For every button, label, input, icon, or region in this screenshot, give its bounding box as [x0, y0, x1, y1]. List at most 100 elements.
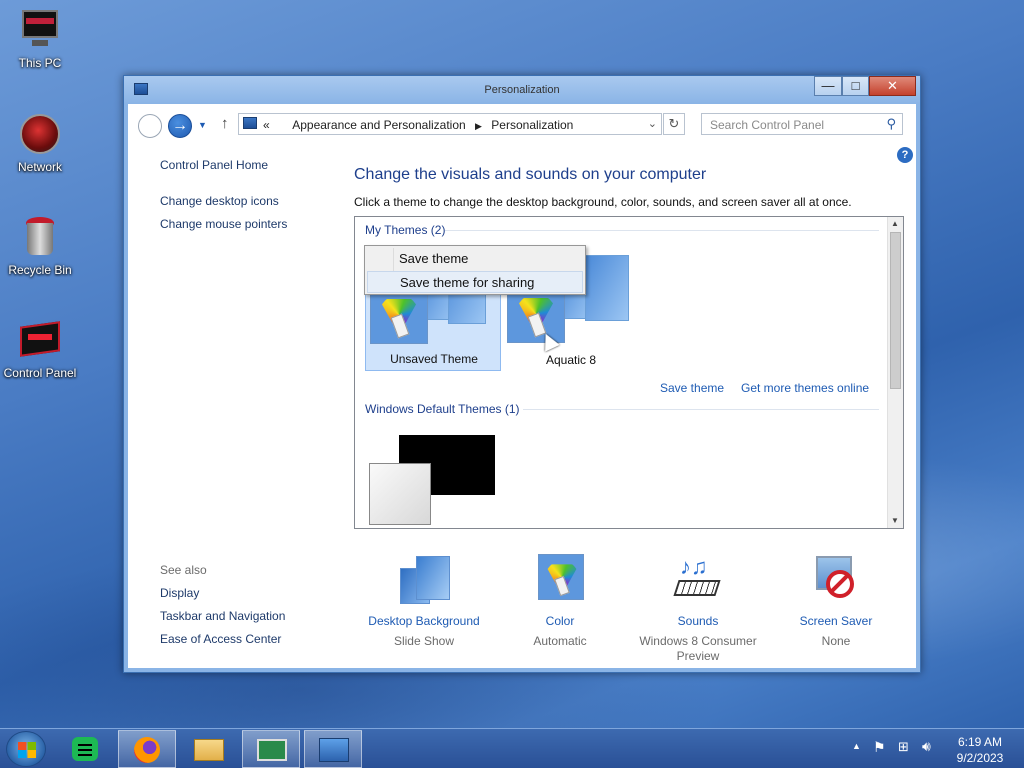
taskbar-firefox[interactable]: [118, 730, 176, 768]
theme-name: Aquatic 8: [545, 353, 597, 367]
show-hidden-icons-arrow-icon[interactable]: ▲: [852, 741, 861, 751]
desktop-icon-recycle-bin[interactable]: Recycle Bin: [0, 215, 80, 277]
up-arrow-icon[interactable]: ↑: [221, 115, 229, 132]
page-title: Change the visuals and sounds on your co…: [354, 166, 707, 183]
theme-list-scrollbar[interactable]: ▲ ▼: [887, 217, 903, 528]
menu-item-save-theme-for-sharing[interactable]: Save theme for sharing: [367, 271, 583, 293]
windows-default-themes-header[interactable]: Windows Default Themes (1): [365, 402, 520, 416]
folder-icon: [194, 739, 224, 761]
help-icon[interactable]: ?: [897, 147, 913, 163]
desktop-background-setting[interactable]: Desktop Background Slide Show: [354, 554, 494, 649]
breadcrumb-personalization[interactable]: Personalization: [491, 118, 573, 132]
desktop-background-link[interactable]: Desktop Background: [354, 614, 494, 628]
save-theme-link[interactable]: Save theme: [660, 381, 724, 395]
context-menu: Save theme Save theme for sharing: [364, 245, 586, 295]
display-link[interactable]: Display: [160, 586, 199, 600]
taskbar: ▲ ⚑ ⊞ 🔊︎ 6:19 AM 9/2/2023: [0, 728, 1024, 768]
windows-logo-lower: [18, 750, 36, 758]
close-button[interactable]: ✕: [869, 76, 916, 96]
sounds-icon: ♪♫: [672, 554, 724, 606]
refresh-button[interactable]: ↻: [663, 113, 685, 135]
screen-saver-icon: [810, 554, 862, 606]
address-dropdown-icon[interactable]: ⌄: [648, 117, 657, 130]
volume-icon[interactable]: 🔊︎: [922, 738, 931, 755]
scrollbar-thumb[interactable]: [890, 232, 901, 389]
recycle-bin-icon: [18, 215, 62, 259]
scroll-down-icon[interactable]: ▼: [891, 516, 899, 525]
back-button[interactable]: [138, 114, 162, 138]
personalization-window: Personalization — □ ✕ → ▼ ↑ « Appearance…: [123, 75, 921, 673]
color-link[interactable]: Color: [490, 614, 630, 628]
notes-lines: [78, 744, 92, 746]
search-icon[interactable]: ⚲: [886, 116, 896, 132]
see-also-label: See also: [160, 563, 207, 577]
navigation-bar: → ▼ ↑ « Appearance and Personalization ▶…: [128, 104, 916, 144]
action-center-flag-icon[interactable]: ⚑: [873, 739, 886, 756]
breadcrumb-appearance-and-personalization[interactable]: Appearance and Personalization: [292, 118, 465, 132]
breadcrumb-separator-icon[interactable]: ▶: [475, 121, 482, 131]
control-panel-small-icon: [243, 117, 257, 129]
taskbar-app-window[interactable]: [242, 730, 300, 768]
desktop-icon-label: Network: [17, 160, 62, 174]
search-placeholder: Search Control Panel: [710, 118, 825, 132]
desktop-icon-this-pc[interactable]: This PC: [0, 8, 80, 70]
taskbar-and-navigation-link[interactable]: Taskbar and Navigation: [160, 609, 285, 623]
taskbar-notes-app[interactable]: [58, 730, 116, 768]
minimize-button[interactable]: —: [814, 76, 842, 96]
network-icon: [18, 112, 62, 156]
theme-preview-white: [369, 463, 431, 525]
menu-item-save-theme[interactable]: Save theme: [367, 248, 583, 270]
ease-of-access-center-link[interactable]: Ease of Access Center: [160, 632, 281, 646]
firefox-icon: [134, 737, 160, 763]
sounds-link[interactable]: Sounds: [628, 614, 768, 628]
address-bar[interactable]: « Appearance and Personalization ▶ Perso…: [238, 113, 662, 135]
sounds-setting[interactable]: ♪♫ Sounds Windows 8 Consumer Preview: [628, 554, 768, 664]
theme-name: Unsaved Theme: [390, 352, 478, 366]
breadcrumb: « Appearance and Personalization ▶ Perso…: [263, 118, 573, 132]
screen-saver-value: None: [821, 634, 851, 648]
recent-pages-dropdown-icon[interactable]: ▼: [198, 120, 207, 130]
change-desktop-icons-link[interactable]: Change desktop icons: [160, 194, 279, 208]
change-mouse-pointers-link[interactable]: Change mouse pointers: [160, 217, 287, 231]
app-window-icon: [257, 739, 287, 761]
clock-time: 6:19 AM: [957, 735, 1003, 749]
desktop-icon-control-panel[interactable]: Control Panel: [0, 318, 80, 380]
this-pc-icon: [18, 8, 62, 52]
control-panel-home-link[interactable]: Control Panel Home: [160, 158, 268, 172]
page-subtitle: Click a theme to change the desktop back…: [354, 195, 852, 209]
window-title: Personalization: [484, 84, 560, 96]
desktop-icon-label: Recycle Bin: [8, 263, 72, 277]
title-bar[interactable]: Personalization — □ ✕: [124, 76, 920, 104]
content-area: Control Panel Home Change desktop icons …: [128, 144, 916, 668]
clock[interactable]: 6:19 AM 9/2/2023: [944, 734, 1016, 766]
control-panel-icon: [18, 318, 62, 362]
get-more-themes-online-link[interactable]: Get more themes online: [741, 381, 869, 395]
taskbar-control-panel[interactable]: [304, 730, 362, 768]
desktop-icon-label: Control Panel: [3, 366, 77, 380]
desktop-background-icon: [398, 554, 450, 606]
notes-app-icon: [72, 737, 98, 761]
control-panel-taskbar-icon: [319, 738, 349, 762]
color-icon: [534, 554, 586, 606]
group-divider: [523, 409, 879, 410]
theme-tile-high-contrast[interactable]: [369, 435, 497, 527]
sounds-value: Windows 8 Consumer Preview: [639, 634, 757, 663]
my-themes-header[interactable]: My Themes (2): [365, 223, 445, 237]
breadcrumb-overflow-chevron[interactable]: «: [263, 118, 270, 132]
maximize-button[interactable]: □: [842, 76, 869, 96]
clock-date: 9/2/2023: [956, 751, 1004, 765]
network-tray-icon[interactable]: ⊞: [898, 739, 909, 755]
desktop-icon-label: This PC: [18, 56, 62, 70]
desktop-background-value: Slide Show: [393, 634, 455, 648]
color-setting[interactable]: Color Automatic: [490, 554, 630, 649]
start-button[interactable]: [6, 731, 46, 767]
taskbar-file-explorer[interactable]: [180, 730, 238, 768]
window-controls: — □ ✕: [814, 76, 916, 96]
forward-button[interactable]: →: [168, 114, 192, 138]
desktop-icon-network[interactable]: Network: [0, 112, 80, 174]
screen-saver-setting[interactable]: Screen Saver None: [766, 554, 906, 649]
search-input[interactable]: Search Control Panel ⚲: [701, 113, 903, 135]
scroll-up-icon[interactable]: ▲: [891, 219, 899, 228]
color-value: Automatic: [533, 634, 587, 648]
screen-saver-link[interactable]: Screen Saver: [766, 614, 906, 628]
